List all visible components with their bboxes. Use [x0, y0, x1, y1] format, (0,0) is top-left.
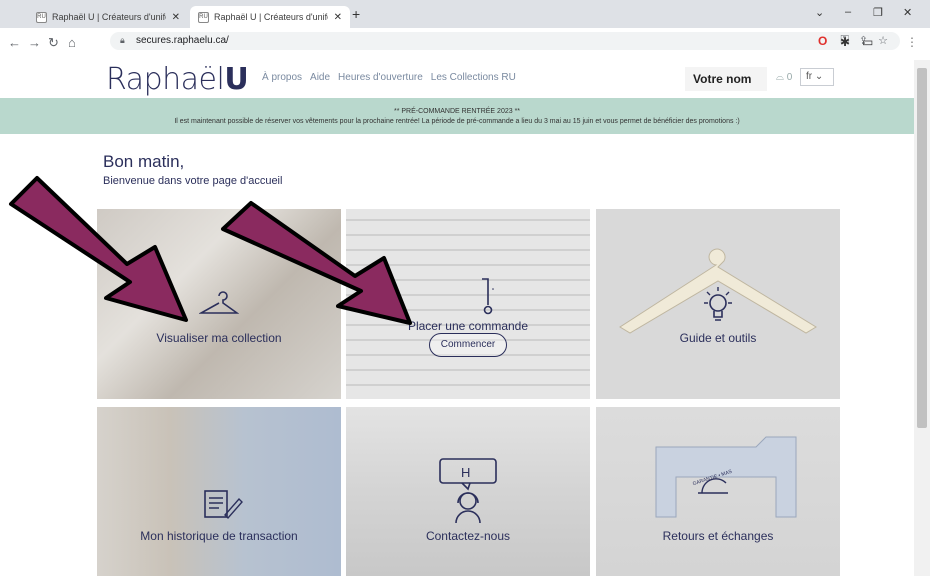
page-scrollbar[interactable] [914, 60, 930, 576]
minimize-icon[interactable]: – [845, 6, 851, 18]
browser-tab-active[interactable]: RU Raphaël U | Créateurs d'uniforme ✕ [190, 6, 350, 28]
tile-view-collection[interactable]: Visualiser ma collection [97, 209, 341, 399]
logo[interactable]: RaphaëlU [106, 62, 249, 97]
new-tab-icon[interactable]: + [352, 6, 360, 22]
tile-place-order[interactable]: Placer une commande Commencer [346, 209, 590, 399]
nav-collections[interactable]: Les Collections RU [431, 72, 516, 83]
cart-count: 0 [786, 72, 793, 83]
logo-text: Raphaël [106, 62, 225, 97]
close-icon[interactable]: ✕ [172, 12, 180, 23]
tile-label: Guide et outils [679, 331, 757, 345]
start-button[interactable]: Commencer [429, 333, 507, 357]
opera-icon[interactable]: O [818, 34, 827, 48]
address-bar[interactable]: 🔒︎ secures.raphaelu.ca/ ⚿ ⇪ ☆ [110, 32, 900, 50]
hook-icon [482, 278, 494, 315]
tile-label: Contactez-nous [425, 529, 511, 543]
cart[interactable]: ⌓ 0 [776, 72, 792, 83]
browser-tab-bar: RU Raphaël U | Créateurs d'uniforme ✕ RU… [0, 0, 930, 28]
close-icon[interactable]: ✕ [334, 12, 342, 23]
lightbulb-icon [704, 287, 732, 321]
tile-guide-tools[interactable]: Guide et outils [596, 209, 840, 399]
tile-contact-us[interactable]: H Contactez-nous [346, 407, 590, 576]
tile-label: Mon historique de transaction [140, 529, 298, 543]
tile-transaction-history[interactable]: Mon historique de transaction [97, 407, 341, 576]
lock-icon[interactable]: 🔒︎ [120, 35, 125, 46]
tab-title: Raphaël U | Créateurs d'uniforme [214, 12, 328, 22]
favicon-icon: RU [198, 11, 209, 23]
tab-title: Raphaël U | Créateurs d'uniforme [52, 12, 166, 22]
tile-background-image [346, 209, 590, 399]
browser-tab[interactable]: RU Raphaël U | Créateurs d'uniforme ✕ [28, 6, 188, 28]
nav-help[interactable]: Aide [310, 72, 330, 83]
home-icon[interactable]: ⌂ [68, 35, 76, 50]
site-header: RaphaëlU À propos Aide Heures d'ouvertur… [0, 60, 914, 98]
logo-u: U [224, 62, 249, 97]
nav-hours[interactable]: Heures d'ouverture [338, 72, 423, 83]
sidebar-icon[interactable]: ▭ [862, 35, 873, 49]
chevron-down-icon: ⌄ [814, 71, 824, 82]
hanger-cart-icon: ⌓ [776, 72, 784, 83]
main-nav: À propos Aide Heures d'ouverture Les Col… [262, 72, 516, 83]
banner-text: Il est maintenant possible de réserver v… [174, 118, 740, 125]
menu-icon[interactable]: ⋮ [906, 35, 918, 49]
tile-label: Visualiser ma collection [156, 331, 282, 345]
nav-about[interactable]: À propos [262, 72, 302, 83]
hanger-icon [199, 291, 239, 314]
username-button[interactable]: Votre nom [685, 67, 767, 91]
maximize-icon[interactable]: ❐ [873, 6, 883, 19]
language-select[interactable]: fr ⌄ [800, 68, 834, 86]
star-icon[interactable]: ☆ [878, 34, 888, 47]
promo-banner: ** PRÉ-COMMANDE RENTRÉE 2023 ** Il est m… [0, 98, 914, 134]
url-text: secures.raphaelu.ca/ [136, 35, 229, 46]
favicon-icon: RU [36, 11, 47, 23]
tile-label: Retours et échanges [662, 529, 774, 543]
tile-returns-exchanges[interactable]: GARANTIE • MAS Retours et échanges [596, 407, 840, 576]
language-value: fr [806, 71, 813, 82]
browser-toolbar: ← → ↻ ⌂ 🔒︎ secures.raphaelu.ca/ ⚿ ⇪ ☆ O … [0, 28, 930, 60]
scrollbar-thumb[interactable] [917, 68, 927, 428]
reload-icon[interactable]: ↻ [48, 35, 59, 51]
chevron-down-icon[interactable]: ⌄ [815, 6, 824, 19]
banner-title: ** PRÉ-COMMANDE RENTRÉE 2023 ** [393, 108, 521, 115]
tile-label: Placer une commande [407, 319, 529, 333]
greeting-title: Bon matin, [103, 152, 185, 171]
forward-icon[interactable]: → [28, 35, 41, 50]
back-icon[interactable]: ← [8, 35, 21, 50]
extensions-icon[interactable]: ✱ [840, 35, 850, 49]
document-pen-icon [204, 490, 243, 520]
chat-letter: H [461, 465, 471, 480]
greeting-subtitle: Bienvenue dans votre page d'accueil [103, 175, 283, 187]
window-close-icon[interactable]: ✕ [903, 6, 912, 19]
